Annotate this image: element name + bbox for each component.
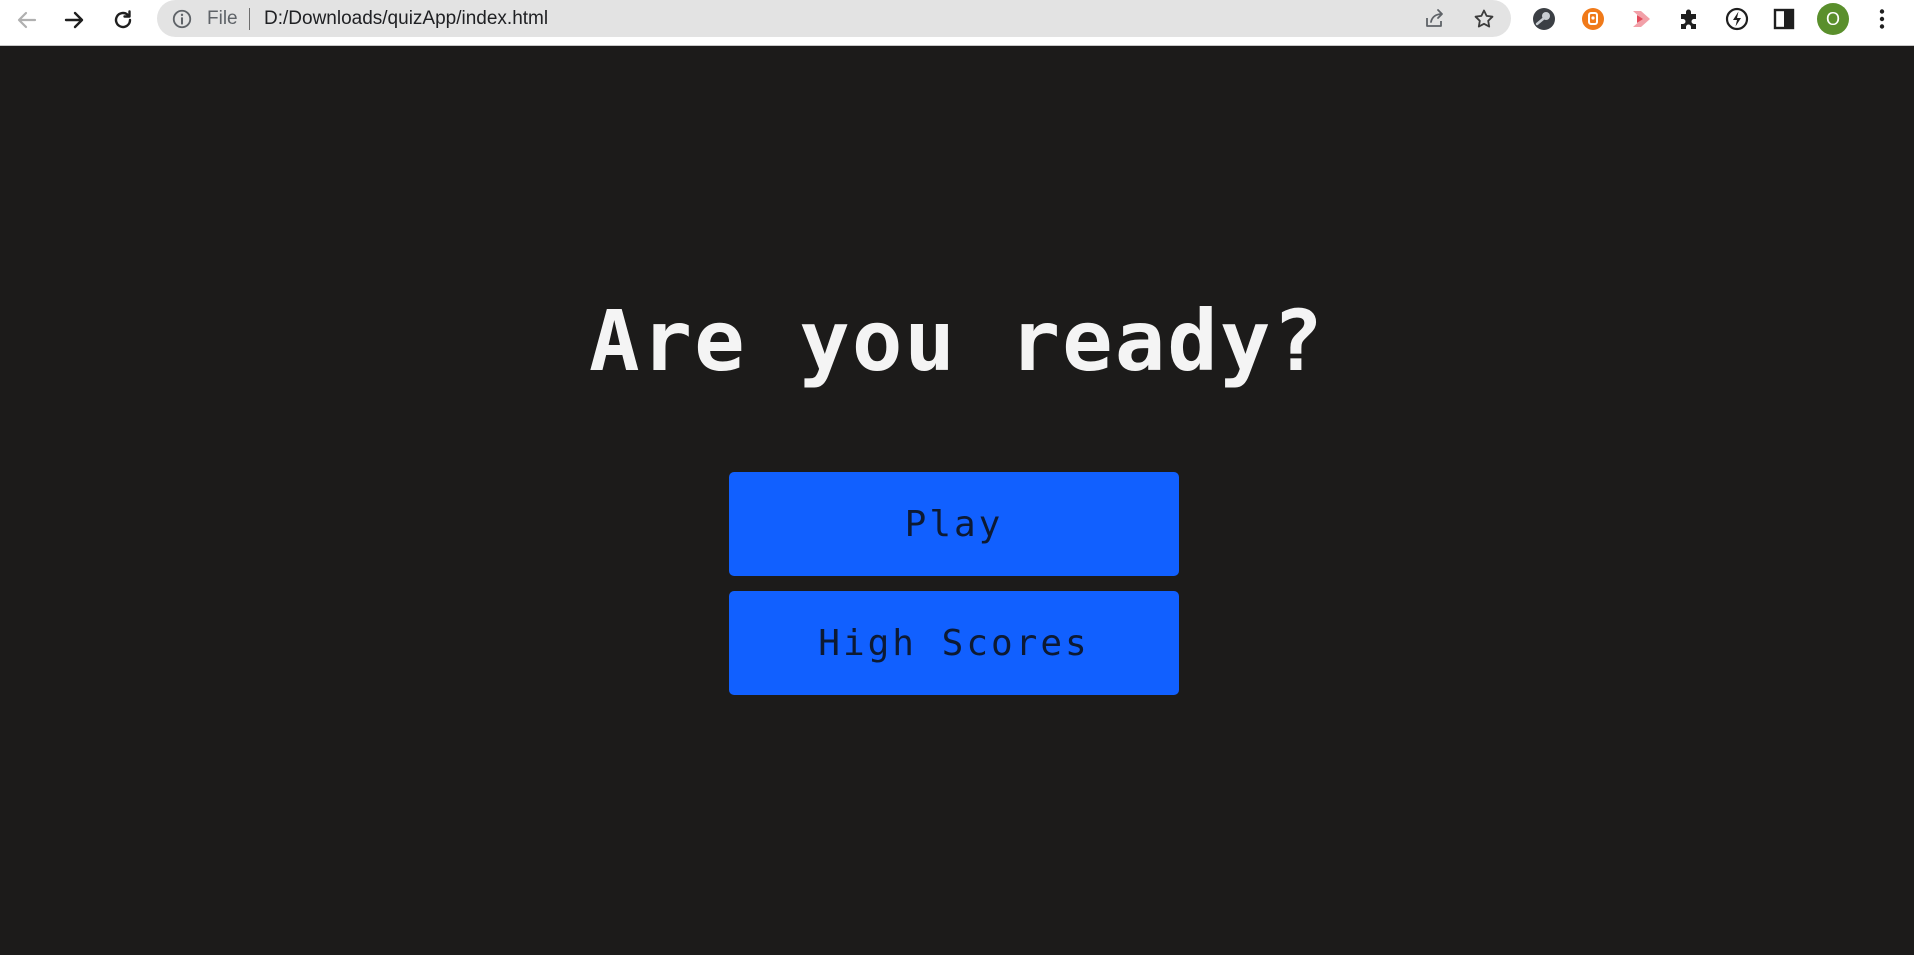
extension-dark-button[interactable] xyxy=(1528,3,1560,35)
play-button[interactable]: Play xyxy=(729,472,1179,576)
back-arrow-icon xyxy=(17,11,37,29)
address-bar[interactable]: File D:/Downloads/quizApp/index.html xyxy=(157,0,1511,37)
address-divider xyxy=(249,8,250,30)
extension-pink-button[interactable] xyxy=(1625,3,1657,35)
reload-button[interactable] xyxy=(106,3,140,37)
url-text[interactable]: D:/Downloads/quizApp/index.html xyxy=(264,0,548,37)
lightning-icon xyxy=(1725,7,1749,31)
url-scheme-label: File xyxy=(207,8,238,29)
reload-icon xyxy=(114,10,132,29)
quiz-home-page: Are you ready? Play High Scores xyxy=(0,47,1914,955)
play-button-label: Play xyxy=(904,503,1004,545)
extensions-menu-button[interactable] xyxy=(1673,3,1705,35)
profile-avatar[interactable]: O xyxy=(1817,3,1849,35)
extension-orange-icon xyxy=(1582,8,1604,30)
browser-toolbar: File D:/Downloads/quizApp/index.html O xyxy=(0,0,1914,46)
extension-orange-button[interactable] xyxy=(1577,3,1609,35)
puzzle-icon xyxy=(1681,9,1696,29)
site-info-button[interactable] xyxy=(171,8,193,30)
side-panel-button[interactable] xyxy=(1768,3,1800,35)
kebab-menu-icon xyxy=(1879,9,1885,29)
browser-menu-button[interactable] xyxy=(1866,3,1898,35)
forward-button[interactable] xyxy=(57,3,91,37)
share-icon xyxy=(1426,9,1443,27)
extension-lightning-button[interactable] xyxy=(1721,3,1753,35)
extension-pink-play-icon xyxy=(1633,11,1650,27)
forward-arrow-icon xyxy=(64,11,84,29)
extension-dark-icon xyxy=(1533,8,1555,30)
star-icon xyxy=(1474,9,1494,28)
side-panel-icon xyxy=(1773,8,1795,30)
back-button[interactable] xyxy=(10,3,44,37)
high-scores-button[interactable]: High Scores xyxy=(729,591,1179,695)
info-icon xyxy=(172,9,192,29)
share-button[interactable] xyxy=(1422,6,1448,32)
bookmark-button[interactable] xyxy=(1471,6,1497,32)
page-title: Are you ready? xyxy=(588,292,1325,390)
high-scores-button-label: High Scores xyxy=(818,622,1090,664)
